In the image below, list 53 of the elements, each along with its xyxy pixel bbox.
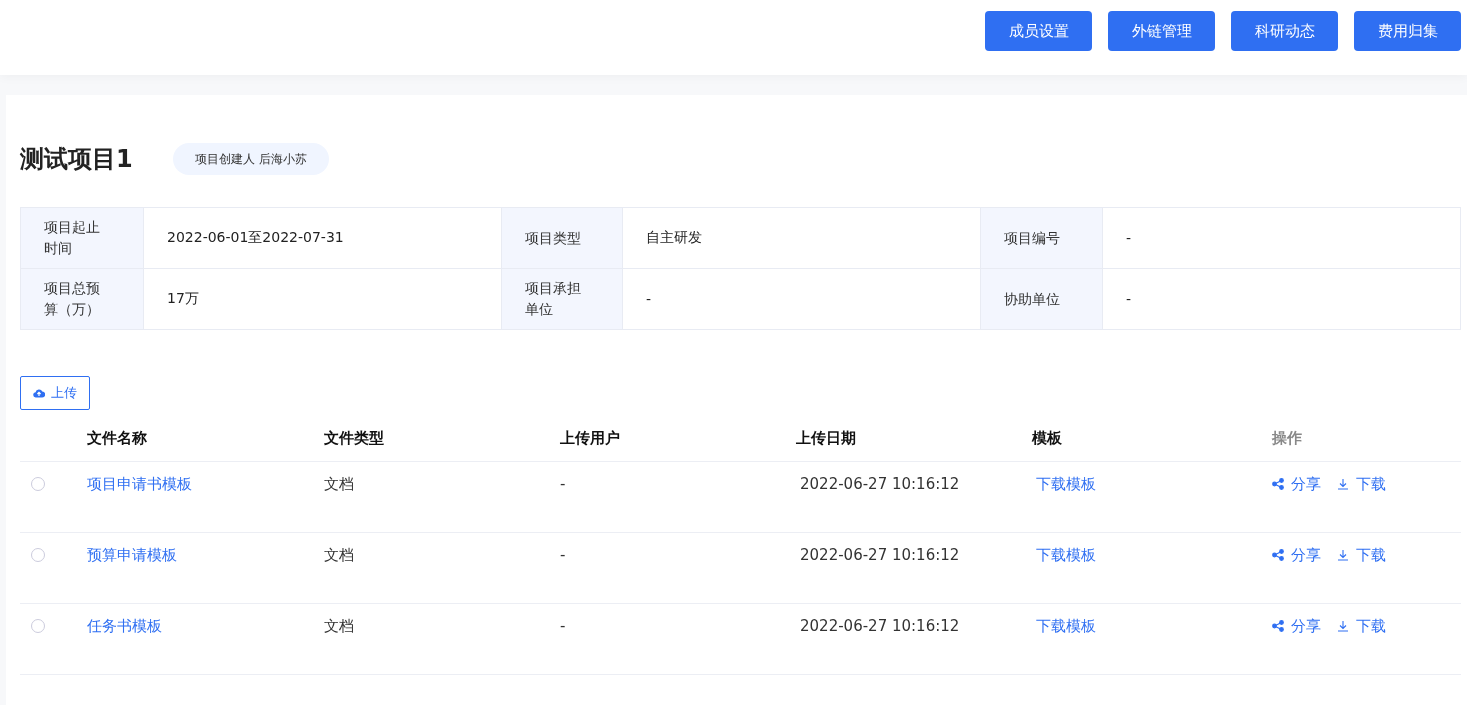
column-header: 操作 — [1272, 429, 1303, 448]
download-template-link[interactable]: 下载模板 — [1036, 616, 1096, 635]
info-label: 项目编号 — [1004, 228, 1061, 248]
header-button[interactable]: 外链管理 — [1108, 11, 1215, 51]
column-header: 上传日期 — [796, 429, 857, 448]
share-link[interactable]: 分享 — [1272, 616, 1321, 636]
download-icon — [1337, 549, 1349, 562]
info-label: 项目承担单位 — [525, 279, 582, 319]
download-link[interactable]: 下载 — [1337, 545, 1386, 565]
download-icon — [1337, 478, 1349, 491]
share-icon — [1272, 620, 1284, 633]
file-name-link[interactable]: 预算申请模板 — [87, 545, 177, 564]
column-header: 文件类型 — [324, 429, 385, 448]
download-link[interactable]: 下载 — [1337, 616, 1386, 636]
table-cell: 2022-06-27 10:16:12 — [800, 546, 960, 565]
table-cell-text: - — [560, 617, 567, 636]
share-link[interactable]: 分享 — [1272, 474, 1321, 494]
upload-button[interactable]: 上传 — [20, 376, 90, 410]
file-name-link[interactable]: 任务书模板 — [87, 616, 162, 635]
creator-tag: 项目创建人 后海小苏 — [172, 143, 329, 175]
info-value: 2022-06-01至2022-07-31 — [167, 229, 344, 247]
download-icon — [1337, 620, 1349, 633]
info-value: 17万 — [167, 290, 199, 308]
header-button[interactable]: 成员设置 — [985, 11, 1092, 51]
column-header: 文件名称 — [87, 429, 148, 448]
table-cell: 2022-06-27 10:16:12 — [800, 617, 960, 636]
table-cell-text: 文档 — [324, 545, 355, 565]
download-link[interactable]: 下载 — [1337, 474, 1386, 494]
table-cell-text: 文档 — [324, 474, 355, 494]
download-template-link[interactable]: 下载模板 — [1036, 474, 1096, 493]
info-value: 自主研发 — [646, 229, 702, 247]
table-cell-text: 文档 — [324, 616, 355, 636]
header-button[interactable]: 费用归集 — [1354, 11, 1461, 51]
column-header: 模板 — [1032, 429, 1063, 448]
info-label: 协助单位 — [1004, 289, 1061, 309]
info-label: 项目类型 — [525, 228, 582, 248]
table-cell: 2022-06-27 10:16:12 — [800, 475, 960, 494]
header-button[interactable]: 科研动态 — [1231, 11, 1338, 51]
project-title: 测试项目1 — [20, 144, 133, 175]
share-icon — [1272, 549, 1284, 562]
share-link[interactable]: 分享 — [1272, 545, 1321, 565]
table-cell-text: - — [560, 475, 567, 494]
share-icon — [1272, 478, 1284, 491]
info-value: - — [1126, 230, 1132, 246]
file-name-link[interactable]: 项目申请书模板 — [87, 474, 192, 493]
column-header: 上传用户 — [560, 429, 621, 448]
info-label: 项目起止时间 — [44, 218, 101, 258]
info-value: - — [1126, 291, 1132, 307]
download-template-link[interactable]: 下载模板 — [1036, 545, 1096, 564]
cloud-upload-icon — [33, 388, 45, 398]
info-value: - — [646, 291, 652, 307]
table-cell-text: - — [560, 546, 567, 565]
info-label: 项目总预算（万） — [44, 279, 101, 319]
